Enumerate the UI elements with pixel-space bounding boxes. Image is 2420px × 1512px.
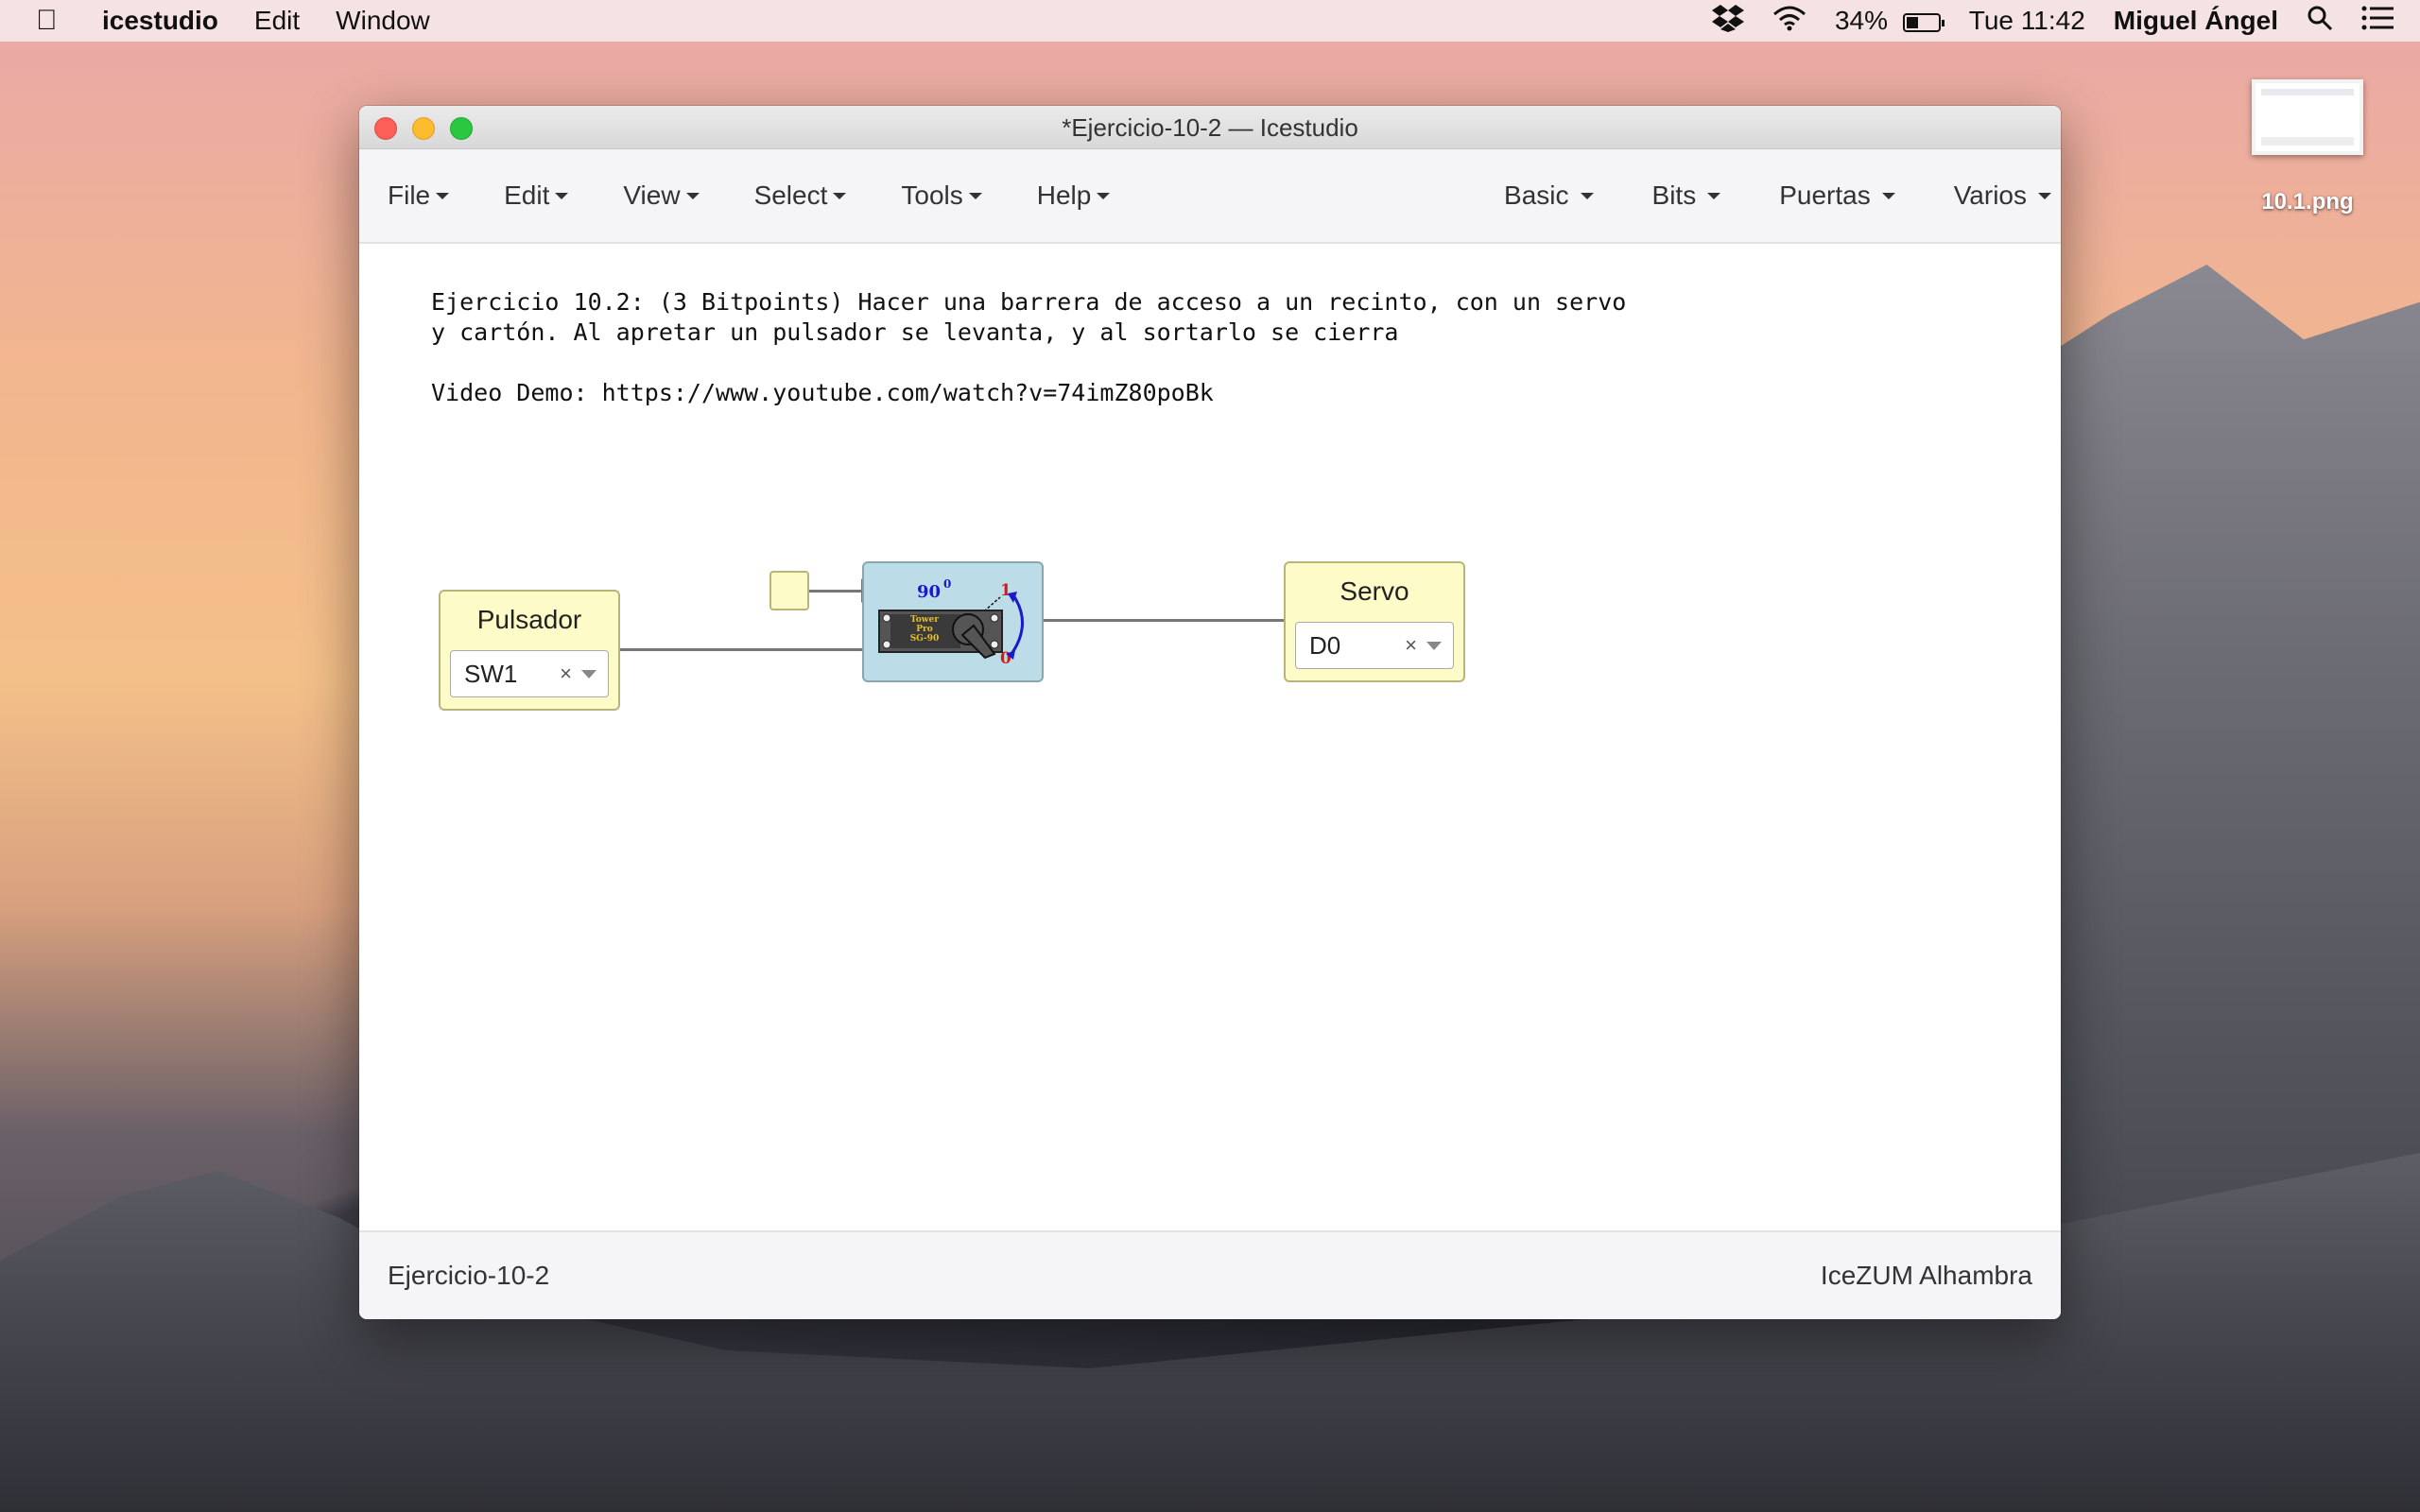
desktop-file[interactable]: 10.1.png	[2248, 79, 2367, 215]
menu-varios-label: Varios	[1953, 180, 2027, 210]
servo-brand-line-1: Tower	[910, 615, 939, 625]
menubar:  icestudio Edit Window 34% Tue 11:42 Mi…	[0, 0, 2420, 42]
window-controls	[374, 117, 473, 140]
design-canvas[interactable]: Ejercicio 10.2: (3 Bitpoints) Hacer una …	[359, 244, 2061, 1230]
input-pin-value: SW1	[464, 659, 518, 688]
notification-center-icon[interactable]	[2361, 6, 2394, 37]
menu-edit[interactable]: Edit	[504, 180, 569, 211]
output-pin-select[interactable]: D0 ×	[1295, 622, 1454, 669]
caret-down-icon	[685, 192, 700, 199]
wire-constant-to-servo[interactable]	[809, 590, 862, 593]
menu-file-label: File	[388, 180, 431, 210]
caret-down-icon	[436, 192, 450, 199]
input-block-title: Pulsador	[476, 605, 582, 634]
menu-bits-label: Bits	[1651, 180, 1697, 210]
spotlight-search-icon[interactable]	[2307, 5, 2333, 38]
status-bar: Ejercicio-10-2 IceZUM Alhambra	[359, 1230, 2061, 1319]
battery-status[interactable]: 34%	[1834, 6, 1945, 36]
output-block-title: Servo	[1340, 576, 1409, 606]
caret-down-icon	[968, 192, 982, 199]
menu-varios[interactable]: Varios	[1954, 180, 2051, 211]
output-pin-value: D0	[1309, 630, 1341, 660]
menubar-user[interactable]: Miguel Ángel	[2114, 6, 2278, 36]
menu-help[interactable]: Help	[1037, 180, 1111, 211]
status-board-name[interactable]: IceZUM Alhambra	[1821, 1261, 2032, 1291]
wire-pulsador-to-servo[interactable]	[620, 648, 862, 651]
wifi-icon[interactable]	[1772, 5, 1806, 38]
menu-select-label: Select	[753, 180, 828, 210]
icestudio-window: *Ejercicio-10-2 — Icestudio File Edit Vi…	[359, 106, 2061, 1319]
caret-down-icon	[555, 192, 569, 199]
wire-servo-to-output[interactable]	[1042, 619, 1284, 622]
dropbox-icon[interactable]	[1711, 4, 1744, 39]
menu-basic-label: Basic	[1504, 180, 1569, 210]
desktop-file-label: 10.1.png	[2261, 189, 2354, 215]
window-title: *Ejercicio-10-2 — Icestudio	[1062, 113, 1358, 142]
output-block-servo[interactable]: Servo D0 ×	[1284, 561, 1465, 682]
minimize-button[interactable]	[412, 117, 435, 140]
menu-puertas-label: Puertas	[1779, 180, 1871, 210]
app-toolbar: File Edit View Select Tools Help Basic B…	[359, 149, 2061, 244]
battery-icon	[1902, 12, 1945, 32]
servo-angle-label: 90	[917, 582, 941, 602]
collections-menus: Basic Bits Puertas Varios	[1445, 180, 2051, 211]
constant-input-block[interactable]	[769, 571, 809, 610]
menubar-status-area: 34% Tue 11:42 Miguel Ángel	[1711, 4, 2394, 39]
menu-puertas[interactable]: Puertas	[1779, 180, 1895, 211]
close-button[interactable]	[374, 117, 397, 140]
file-thumbnail	[2252, 79, 2363, 155]
status-project-name: Ejercicio-10-2	[388, 1261, 550, 1290]
info-comment[interactable]: Ejercicio 10.2: (3 Bitpoints) Hacer una …	[431, 287, 1626, 408]
caret-down-icon	[1707, 192, 1721, 199]
caret-down-icon	[1881, 192, 1895, 199]
menu-basic[interactable]: Basic	[1504, 180, 1594, 211]
dropdown-arrow-icon[interactable]	[1426, 641, 1442, 650]
servo-high-label: 1	[1000, 581, 1011, 600]
menubar-app-name[interactable]: icestudio	[102, 6, 218, 36]
input-block-pulsador[interactable]: Pulsador SW1 ×	[439, 590, 620, 711]
menubar-window[interactable]: Window	[336, 6, 430, 36]
menu-tools-label: Tools	[901, 180, 963, 210]
menu-help-label: Help	[1036, 180, 1092, 210]
input-pin-select[interactable]: SW1 ×	[450, 650, 609, 697]
apple-icon[interactable]: 	[36, 5, 74, 37]
servo-illustration-icon: 90 0 1 0 Tower Pro SG-90	[878, 577, 1024, 668]
menu-tools[interactable]: Tools	[901, 180, 982, 211]
servo-brand-line-3: SG-90	[910, 634, 940, 644]
menu-edit-label: Edit	[504, 180, 550, 210]
servo-brand-line-2: Pro	[916, 625, 933, 634]
menu-select[interactable]: Select	[754, 180, 847, 211]
caret-down-icon	[833, 192, 847, 199]
clear-icon[interactable]: ×	[560, 662, 572, 686]
servo-degree-label: 0	[943, 577, 951, 591]
menu-view[interactable]: View	[623, 180, 700, 211]
caret-down-icon	[1580, 192, 1594, 199]
caret-down-icon	[2038, 192, 2051, 199]
servo-module-block[interactable]: 90 0 1 0 Tower Pro SG-90	[862, 561, 1044, 682]
menu-file[interactable]: File	[388, 180, 450, 211]
battery-percent: 34%	[1834, 6, 1888, 35]
window-titlebar[interactable]: *Ejercicio-10-2 — Icestudio	[359, 106, 2061, 149]
zoom-button[interactable]	[450, 117, 473, 140]
dropdown-arrow-icon[interactable]	[581, 669, 596, 679]
menu-bits[interactable]: Bits	[1652, 180, 1721, 211]
menubar-edit[interactable]: Edit	[254, 6, 300, 36]
caret-down-icon	[1097, 192, 1111, 199]
menubar-clock[interactable]: Tue 11:42	[1969, 6, 2085, 36]
menu-view-label: View	[623, 180, 681, 210]
clear-icon[interactable]: ×	[1405, 633, 1417, 658]
